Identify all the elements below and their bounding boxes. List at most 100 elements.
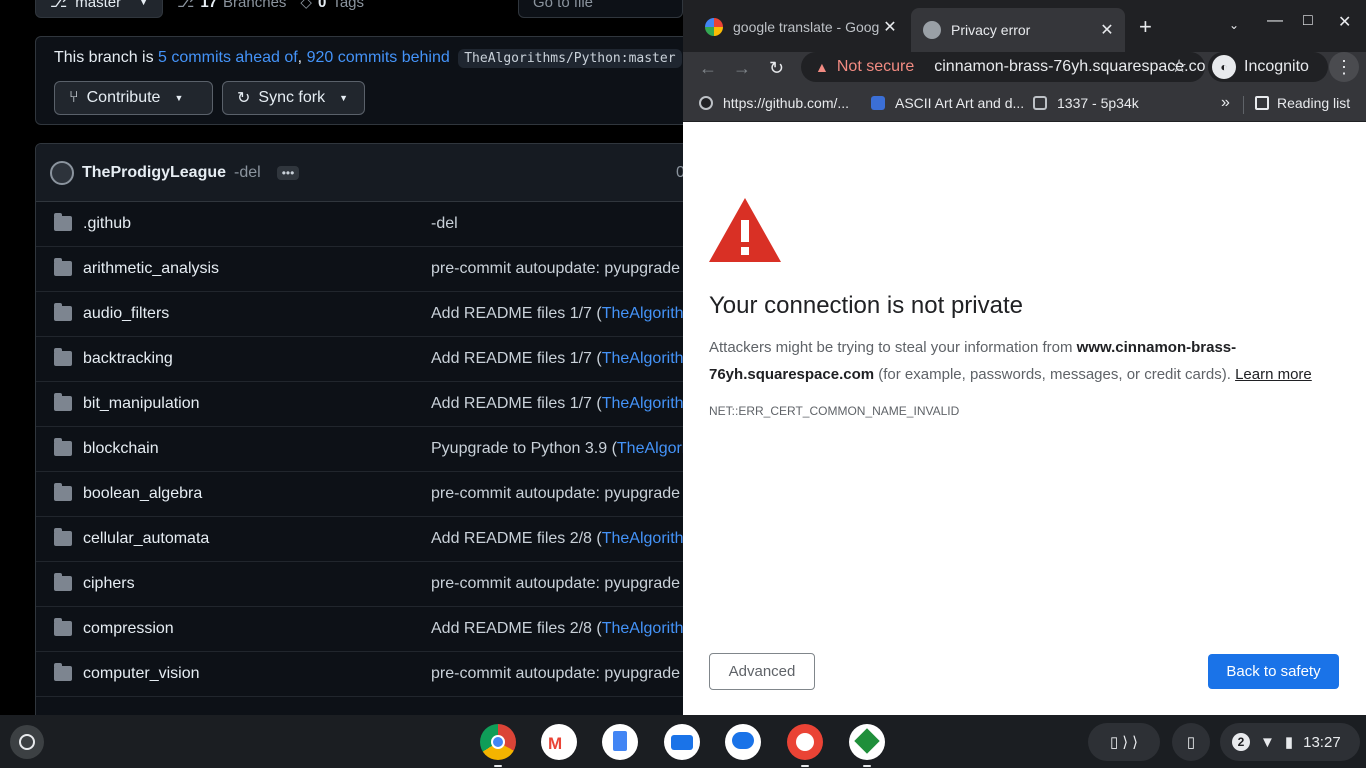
- repo-toolbar: ⎇ master ▼ ⎇ 17 Branches ◇ 0 Tags Go to …: [35, 0, 683, 18]
- more-bookmarks-icon[interactable]: »: [1221, 94, 1230, 112]
- lock-icon: [1033, 96, 1047, 110]
- holding-space-tray[interactable]: ▯ ⟩ ⟩: [1088, 723, 1160, 761]
- tags-link[interactable]: ◇ 0 Tags: [300, 0, 364, 11]
- commit-message[interactable]: pre-commit autoupdate: pyupgrade: [431, 665, 680, 683]
- caret-down-icon: ▼: [139, 0, 149, 7]
- incognito-badge[interactable]: ◐ Incognito: [1208, 52, 1328, 82]
- commits-ahead-link[interactable]: 5 commits ahead of: [158, 49, 298, 66]
- folder-icon: [54, 663, 72, 681]
- contribute-button[interactable]: ⑂ Contribute ▼: [54, 81, 213, 115]
- commit-author[interactable]: TheProdigyLeague: [82, 164, 226, 182]
- bookmark-ascii-art[interactable]: ASCII Art Art and d...: [871, 95, 1024, 111]
- paint-icon[interactable]: [787, 724, 823, 767]
- security-status[interactable]: Not secure: [837, 58, 914, 76]
- file-name[interactable]: backtracking: [83, 350, 173, 368]
- advanced-button[interactable]: Advanced: [709, 653, 815, 690]
- pull-request-icon: ⑂: [69, 89, 79, 106]
- commit-message[interactable]: Add README files 2/8 (TheAlgorithm: [431, 620, 683, 638]
- file-name[interactable]: .github: [83, 215, 131, 233]
- tag-icon: ◇: [300, 0, 312, 11]
- chrome-window: google translate - Google ✕ Privacy erro…: [683, 0, 1366, 715]
- new-tab-button[interactable]: +: [1139, 14, 1152, 40]
- learn-more-link[interactable]: Learn more: [1235, 366, 1312, 383]
- close-window-icon[interactable]: ✕: [1338, 12, 1351, 32]
- file-name[interactable]: arithmetic_analysis: [83, 260, 219, 278]
- file-row[interactable]: cellular_automata Add README files 2/8 (T…: [36, 517, 683, 562]
- file-row[interactable]: audio_filters Add README files 1/7 (TheAl…: [36, 292, 683, 337]
- file-row[interactable]: blockchain Pyupgrade to Python 3.9 (TheAl…: [36, 427, 683, 472]
- expand-commit-button[interactable]: •••: [276, 165, 300, 180]
- error-code[interactable]: NET::ERR_CERT_COMMON_NAME_INVALID: [709, 404, 959, 418]
- url-text[interactable]: cinnamon-brass-76yh.squarespace.com: [934, 58, 1205, 76]
- reload-icon[interactable]: ↻: [769, 58, 784, 79]
- tab-privacy-error[interactable]: Privacy error ✕: [911, 8, 1125, 52]
- file-row[interactable]: .github -del: [36, 202, 683, 247]
- bracket-icon: ⟩: [1132, 734, 1138, 751]
- file-row[interactable]: bit_manipulation Add README files 1/7 (Th…: [36, 382, 683, 427]
- file-name[interactable]: boolean_algebra: [83, 485, 202, 503]
- commits-behind-link[interactable]: 920 commits behind: [307, 49, 450, 66]
- file-name[interactable]: blockchain: [83, 440, 159, 458]
- chrome-icon[interactable]: [480, 724, 516, 767]
- maximize-icon[interactable]: □: [1303, 12, 1313, 30]
- file-name[interactable]: ciphers: [83, 575, 135, 593]
- warning-icon[interactable]: ▲: [815, 59, 829, 75]
- file-row[interactable]: ciphers pre-commit autoupdate: pyupgrade: [36, 562, 683, 607]
- bookmark-star-icon[interactable]: ☆: [1171, 56, 1187, 77]
- clock: 13:27: [1303, 733, 1341, 751]
- file-name[interactable]: audio_filters: [83, 305, 169, 323]
- close-tab-icon[interactable]: ✕: [880, 17, 900, 37]
- back-to-safety-button[interactable]: Back to safety: [1208, 654, 1339, 689]
- avatar[interactable]: [50, 160, 74, 185]
- back-icon[interactable]: ←: [699, 58, 717, 79]
- commit-message[interactable]: Add README files 1/7 (TheAlgorithm: [431, 350, 683, 368]
- file-row[interactable]: arithmetic_analysis pre-commit autoupdate…: [36, 247, 683, 292]
- gmail-icon[interactable]: M: [541, 724, 577, 760]
- file-name[interactable]: computer_vision: [83, 665, 200, 683]
- commit-hash[interactable]: 0: [676, 164, 683, 182]
- commit-message[interactable]: Pyupgrade to Python 3.9 (TheAlgori: [431, 440, 683, 458]
- messages-icon[interactable]: [725, 724, 761, 760]
- reading-list-button[interactable]: Reading list: [1255, 95, 1350, 111]
- docs-icon[interactable]: [602, 724, 638, 760]
- commit-message[interactable]: Add README files 1/7 (TheAlgorithm: [431, 305, 683, 323]
- forward-icon[interactable]: →: [733, 58, 751, 79]
- branch-selector[interactable]: ⎇ master ▼: [35, 0, 164, 18]
- phone-hub-button[interactable]: ▯: [1172, 723, 1210, 761]
- commit-message[interactable]: pre-commit autoupdate: pyupgrade: [431, 485, 680, 503]
- sync-fork-button[interactable]: ↻ Sync fork ▼: [222, 81, 365, 115]
- bookmark-icon: [871, 96, 885, 110]
- omnibox[interactable]: ▲ Not secure cinnamon-brass-76yh.squares…: [801, 52, 1205, 82]
- status-area[interactable]: 2 ▼ ▮ 13:27: [1220, 723, 1360, 761]
- more-menu-icon[interactable]: ⋮: [1329, 52, 1359, 82]
- file-row[interactable]: compression Add README files 2/8 (TheAlgo…: [36, 607, 683, 652]
- minimize-icon[interactable]: —: [1267, 12, 1283, 30]
- file-name[interactable]: bit_manipulation: [83, 395, 200, 413]
- go-to-file-input[interactable]: Go to file: [518, 0, 683, 18]
- reading-list-icon: [1255, 96, 1269, 110]
- commit-message[interactable]: -del: [234, 164, 261, 182]
- file-row[interactable]: boolean_algebra pre-commit autoupdate: py…: [36, 472, 683, 517]
- tab-search-icon[interactable]: ⌄: [1229, 18, 1239, 32]
- commit-message[interactable]: Add README files 1/7 (TheAlgorithm: [431, 395, 683, 413]
- commit-message[interactable]: pre-commit autoupdate: pyupgrade: [431, 575, 680, 593]
- upstream-branch[interactable]: TheAlgorithms/Python:master: [458, 49, 682, 68]
- vim-icon[interactable]: [849, 724, 885, 767]
- close-tab-icon[interactable]: ✕: [1097, 20, 1117, 40]
- file-row[interactable]: backtracking Add README files 1/7 (TheAlg…: [36, 337, 683, 382]
- file-row[interactable]: computer_vision pre-commit autoupdate: py…: [36, 652, 683, 697]
- bookmark-github[interactable]: https://github.com/...: [699, 95, 849, 111]
- launcher-icon[interactable]: [10, 725, 44, 759]
- bookmark-1337[interactable]: 1337 - 5p34k: [1033, 95, 1139, 111]
- bookmarks-divider: [1243, 96, 1244, 114]
- error-description: Attackers might be trying to steal your …: [709, 339, 1312, 383]
- commit-message[interactable]: -del: [431, 215, 458, 233]
- file-name[interactable]: cellular_automata: [83, 530, 209, 548]
- branches-link[interactable]: ⎇ 17 Branches: [177, 0, 286, 11]
- files-icon[interactable]: [664, 724, 700, 760]
- commit-message[interactable]: pre-commit autoupdate: pyupgrade: [431, 260, 680, 278]
- tab-google-translate[interactable]: google translate - Google ✕: [693, 8, 908, 45]
- commit-message[interactable]: Add README files 2/8 (TheAlgorithm: [431, 530, 683, 548]
- file-name[interactable]: compression: [83, 620, 174, 638]
- branch-status-text: This branch is 5 commits ahead of, 920 c…: [54, 49, 682, 68]
